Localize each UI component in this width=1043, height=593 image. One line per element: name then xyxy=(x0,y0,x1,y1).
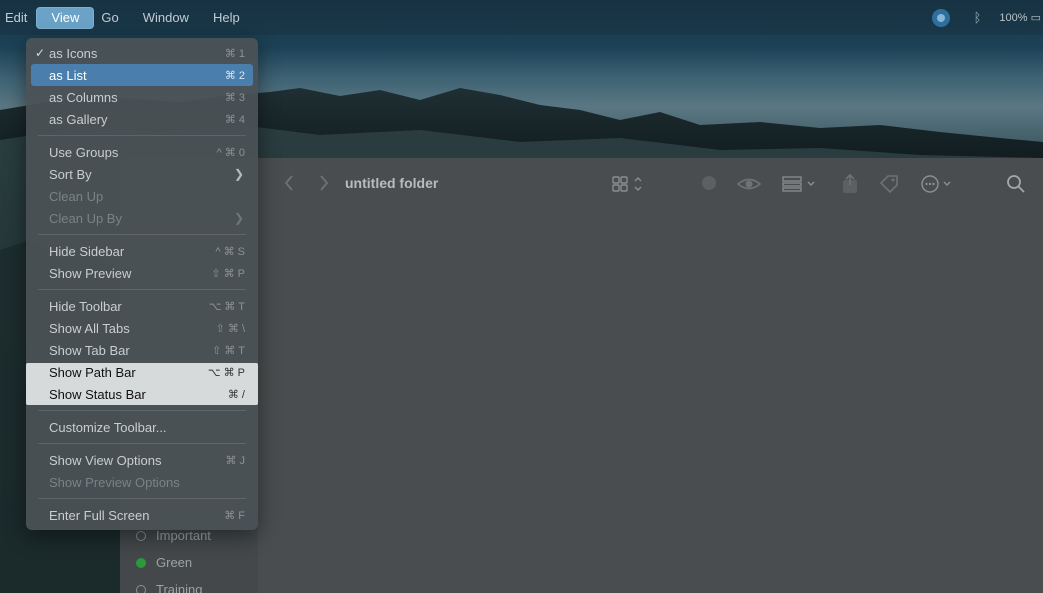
back-icon[interactable] xyxy=(283,174,295,192)
menu-item-label: as Gallery xyxy=(49,111,108,127)
menu-separator xyxy=(38,135,246,136)
shortcut-label: ^ ⌘ S xyxy=(215,245,245,258)
shortcut-label: ⌘ / xyxy=(227,388,245,401)
checkmark-icon: ✓ xyxy=(34,46,46,60)
shortcut-label: ⇧ ⌘ T xyxy=(212,344,245,357)
menu-item-label: as List xyxy=(49,67,87,83)
shortcut-label: ⌘ 2 xyxy=(224,69,245,82)
menu-item-label: Show View Options xyxy=(49,452,162,468)
shortcut-label: ⌘ 1 xyxy=(224,47,245,60)
menu-item-show-all-tabs[interactable]: Show All Tabs ⇧ ⌘ \ xyxy=(31,317,253,339)
more-actions-icon[interactable] xyxy=(920,173,958,200)
shortcut-label: ⌘ F xyxy=(224,509,245,522)
finder-toolbar: untitled folder xyxy=(258,158,1043,210)
shortcut-label: ⌥ ⌘ P xyxy=(207,366,245,379)
menu-separator xyxy=(38,498,246,499)
menu-item-label: Hide Sidebar xyxy=(49,243,125,259)
menu-separator xyxy=(38,234,246,235)
menu-item-label: Show Tab Bar xyxy=(49,342,130,358)
chevron-right-icon: ❯ xyxy=(233,167,244,181)
shortcut-label: ⌘ J xyxy=(225,454,245,467)
bluetooth-icon[interactable]: ᛒ xyxy=(974,10,982,25)
menu-item-label: Show Path Bar xyxy=(49,364,136,380)
menu-item-label: Clean Up xyxy=(49,188,104,204)
eye-icon[interactable] xyxy=(736,173,762,200)
menu-item-as-gallery[interactable]: as Gallery ⌘ 4 xyxy=(31,108,253,130)
tag-icon[interactable] xyxy=(878,173,900,200)
sidebar-tags: Important Green Training xyxy=(128,522,211,593)
menu-item-enter-full-screen[interactable]: Enter Full Screen ⌘ F xyxy=(31,504,253,526)
menu-item-label: Show Preview xyxy=(49,265,132,281)
menu-go[interactable]: Go xyxy=(94,7,125,29)
forward-icon[interactable] xyxy=(318,174,330,192)
battery-status[interactable]: 100% ▭ xyxy=(999,11,1041,24)
tag-dot-icon xyxy=(136,584,146,593)
menu-view[interactable]: View xyxy=(36,6,95,29)
menu-item-customize-toolbar[interactable]: Customize Toolbar... xyxy=(31,416,253,438)
menu-item-hide-toolbar[interactable]: Hide Toolbar ⌥ ⌘ T xyxy=(31,295,253,317)
menu-bar-extras: ᛒ 100% ▭ xyxy=(931,0,1043,35)
menu-item-as-list[interactable]: as List ⌘ 2 xyxy=(31,64,253,86)
menu-item-label: Show All Tabs xyxy=(49,320,130,336)
menu-item-label: as Columns xyxy=(49,89,118,105)
menu-help[interactable]: Help xyxy=(206,7,247,29)
menu-item-label: Customize Toolbar... xyxy=(49,419,167,435)
menu-item-label: Hide Toolbar xyxy=(49,298,122,314)
search-icon[interactable] xyxy=(1005,173,1027,200)
shortcut-label: ⇧ ⌘ P xyxy=(211,267,245,280)
menu-edit[interactable]: Edit xyxy=(0,7,34,29)
menu-item-label: Sort By xyxy=(49,166,92,182)
menu-item-show-path-bar[interactable]: Show Path Bar ⌥ ⌘ P xyxy=(31,361,253,383)
status-menu-icon[interactable] xyxy=(931,8,950,27)
tag-label: Important xyxy=(156,528,211,543)
view-grid-icon[interactable] xyxy=(612,173,648,200)
share-icon[interactable] xyxy=(840,173,860,200)
menu-item-label: Show Status Bar xyxy=(49,386,146,402)
menu-item-label: as Icons xyxy=(49,45,98,61)
menu-item-show-tab-bar[interactable]: Show Tab Bar ⇧ ⌘ T xyxy=(31,339,253,361)
menu-item-show-view-options[interactable]: Show View Options ⌘ J xyxy=(31,449,253,471)
menu-item-as-icons[interactable]: ✓ as Icons ⌘ 1 xyxy=(31,42,253,64)
menu-item-show-status-bar[interactable]: Show Status Bar ⌘ / xyxy=(31,383,253,405)
airdrop-icon[interactable] xyxy=(698,173,720,200)
tag-green[interactable]: Green xyxy=(128,549,211,576)
menu-item-label: Show Preview Options xyxy=(49,474,180,490)
shortcut-label: ⌥ ⌘ T xyxy=(208,300,245,313)
menu-item-hide-sidebar[interactable]: Hide Sidebar ^ ⌘ S xyxy=(31,240,253,262)
chevron-right-icon: ❯ xyxy=(233,211,244,225)
tag-dot-icon xyxy=(136,557,146,568)
menu-item-label: Use Groups xyxy=(49,144,119,160)
menu-item-as-columns[interactable]: as Columns ⌘ 3 xyxy=(31,86,253,108)
menu-item-use-groups[interactable]: Use Groups ^ ⌘ 0 xyxy=(31,141,253,163)
tag-dot-icon xyxy=(136,530,146,541)
menu-item-label: Enter Full Screen xyxy=(49,507,150,523)
menu-item-clean-up-by: Clean Up By ❯ xyxy=(31,207,253,229)
shortcut-label: ^ ⌘ 0 xyxy=(216,146,245,159)
shortcut-label: ⇧ ⌘ \ xyxy=(215,322,245,335)
menu-item-clean-up: Clean Up xyxy=(31,185,253,207)
view-menu-dropdown: ✓ as Icons ⌘ 1 as List ⌘ 2 as Columns ⌘ … xyxy=(26,38,258,530)
menu-bar: Edit View Go Window Help ᛒ 100% ▭ xyxy=(0,0,1043,35)
battery-percent: 100% xyxy=(999,12,1028,24)
menu-separator xyxy=(38,410,246,411)
highlighted-menu-items: Show Path Bar ⌥ ⌘ P Show Status Bar ⌘ / xyxy=(26,363,258,405)
menu-separator xyxy=(38,289,246,290)
shortcut-label: ⌘ 3 xyxy=(224,91,245,104)
menu-item-show-preview-options: Show Preview Options xyxy=(31,471,253,493)
group-view-icon[interactable] xyxy=(782,173,820,200)
tag-label: Training xyxy=(156,582,203,593)
tag-label: Green xyxy=(156,555,193,570)
menu-item-sort-by[interactable]: Sort By ❯ xyxy=(31,163,253,185)
menu-window[interactable]: Window xyxy=(136,7,196,29)
menu-item-show-preview[interactable]: Show Preview ⇧ ⌘ P xyxy=(31,262,253,284)
finder-window: Important Green Training untitled folder xyxy=(120,158,1043,593)
shortcut-label: ⌘ 4 xyxy=(224,113,245,126)
folder-title: untitled folder xyxy=(345,175,439,191)
menu-separator xyxy=(38,443,246,444)
tag-training[interactable]: Training xyxy=(128,576,211,593)
menu-item-label: Clean Up By xyxy=(49,210,122,226)
